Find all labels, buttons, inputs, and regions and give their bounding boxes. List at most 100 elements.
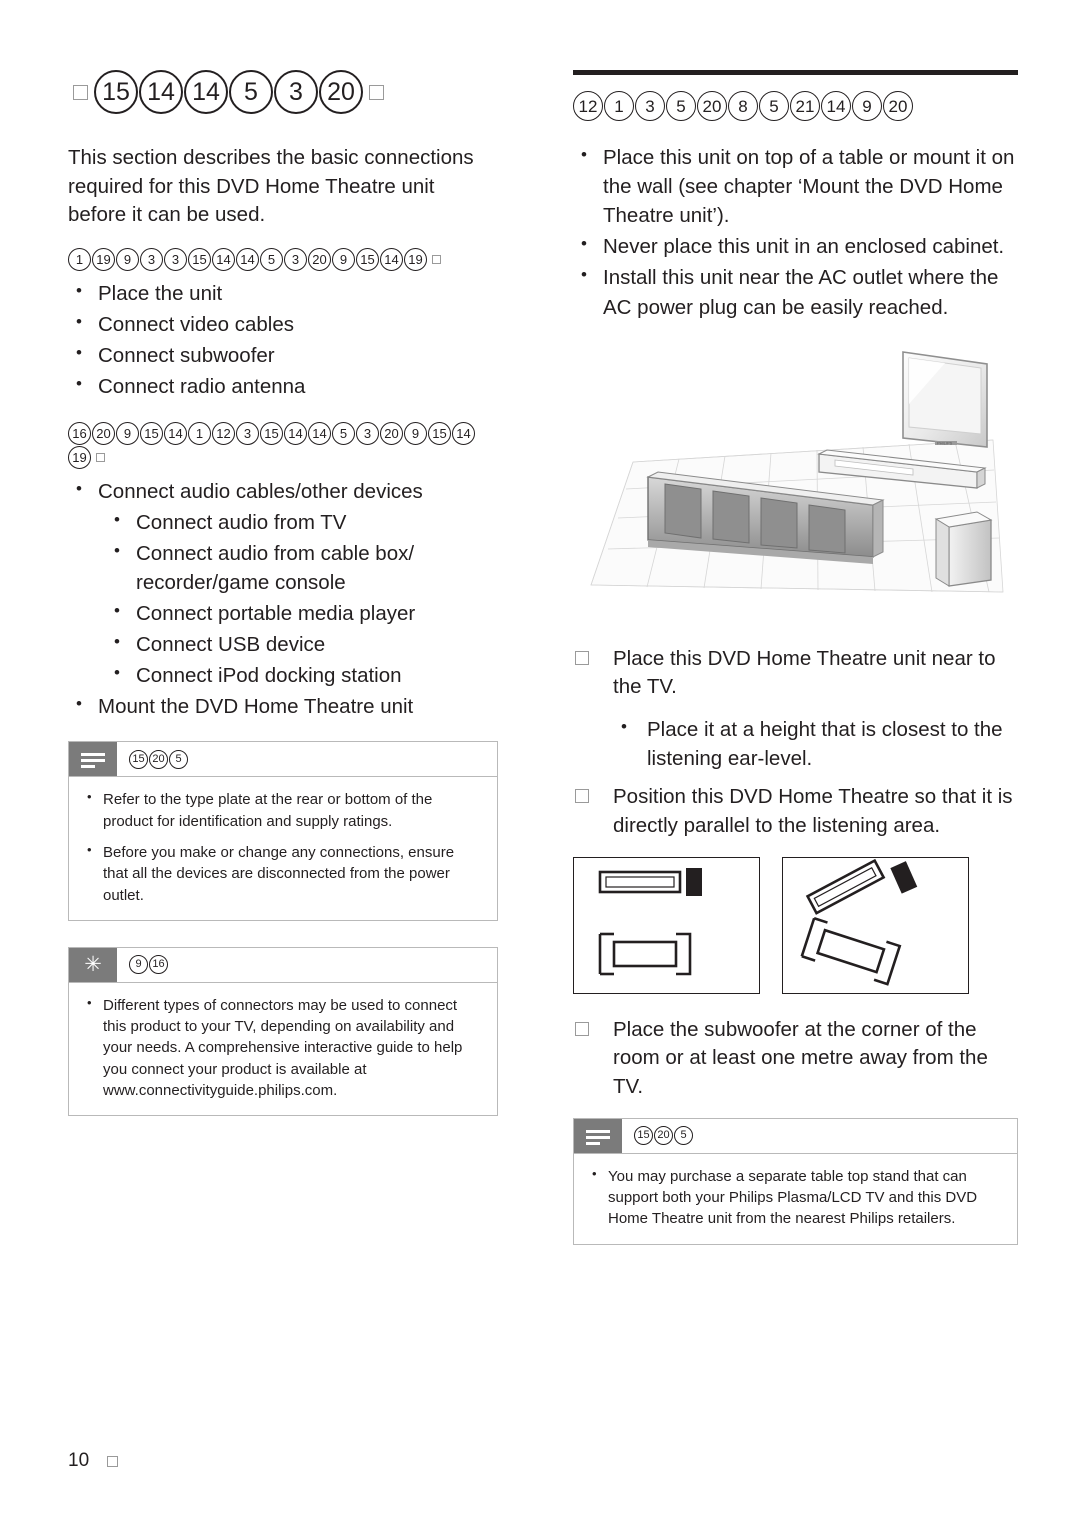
tip-box-left-body: Different types of connectors may be use…	[69, 983, 497, 1115]
section1-heading: 1 19 9 3 3 15 14 14 5 3 20 9 15 14 19	[68, 248, 498, 272]
section2-item: Connect audio from cable box/ recorder/g…	[68, 539, 498, 597]
placement-b-step: Place the subwoofer at the corner of the…	[573, 1016, 1018, 1102]
tip-left-title-numeral: 9	[129, 955, 148, 975]
section1-heading-numeral: 9	[332, 248, 355, 272]
right-title-numeral: 8	[728, 91, 758, 121]
step-checkbox-icon	[575, 789, 589, 804]
tip-star-icon: ✳	[69, 947, 117, 982]
placement-steps-b: Place the subwoofer at the corner of the…	[573, 1016, 1018, 1102]
left-title-numeral: 20	[319, 70, 363, 114]
placement-diagram-parallel	[573, 856, 760, 994]
section2-item: Connect USB device	[68, 630, 498, 659]
note-right-title-numeral: 15	[634, 1126, 653, 1146]
note-box-left: 15205 Refer to the type plate at the rea…	[68, 741, 498, 921]
right-bullet-item: Install this unit near the AC outlet whe…	[573, 263, 1018, 321]
section1-item: Place the unit	[68, 279, 498, 308]
placement-a-step: Place this DVD Home Theatre unit near to…	[573, 645, 1018, 702]
right-title-numeral: 21	[790, 91, 820, 121]
section2-heading-numeral: 1	[188, 421, 211, 445]
section1-heading-numeral: 14	[212, 248, 235, 272]
section2-heading-numeral: 14	[164, 421, 187, 445]
right-title-numeral: 5	[759, 91, 789, 121]
section1-heading-numeral: 5	[260, 248, 283, 272]
section2-item: Connect iPod docking station	[68, 661, 498, 690]
section2-heading-box-glyph	[96, 452, 105, 462]
note-right-title-numeral: 20	[654, 1126, 673, 1146]
section1-heading-numeral: 3	[284, 248, 307, 272]
section2-heading: 16 20 9 15 14 1 12 3 15 14 14 5 3 20 9 15 14 19	[68, 421, 498, 469]
placement-a-step: Place it at a height that is closest to …	[573, 715, 1018, 773]
left-title-box-glyph	[369, 84, 384, 100]
left-title-box-glyph	[73, 84, 88, 100]
section2-heading-numeral: 20	[380, 421, 403, 445]
footer-glyph	[107, 1455, 119, 1467]
placement-diagram-angled	[782, 856, 969, 994]
section1-heading-numeral: 14	[380, 248, 403, 272]
section1-heading-numeral: 9	[116, 248, 139, 272]
left-title-numeral: 5	[229, 70, 273, 114]
left-title-numeral: 3	[274, 70, 318, 114]
right-section-title: 12 1 3 5 20 8 5 21 14 9 20	[573, 91, 1018, 121]
section2-item: Connect audio from TV	[68, 508, 498, 537]
section2-item: Mount the DVD Home Theatre unit	[68, 692, 498, 721]
page-number: 10	[68, 1450, 90, 1471]
intro-paragraph: This section describes the basic connect…	[68, 146, 474, 227]
section1-heading-numeral: 14	[236, 248, 259, 272]
section2-heading-numeral: 14	[308, 421, 331, 445]
step-checkbox-icon	[575, 650, 589, 665]
section2-heading-numeral: 14	[452, 421, 475, 445]
tip-box-left: ✳ 916 Different types of connectors may …	[68, 946, 498, 1117]
note-box-right-header: 15 20 5	[574, 1118, 1017, 1154]
section2-heading-numeral: 15	[260, 421, 283, 445]
left-title-numeral: 15	[94, 70, 138, 114]
tip-box-left-header: ✳ 9 16	[69, 947, 497, 983]
right-title-numeral: 3	[635, 91, 665, 121]
left-column: 15 14 14 5 3 20 This section describes the ba…	[68, 70, 498, 1142]
section2-heading-numeral: 9	[116, 421, 139, 445]
left-page-title: 15 14 14 5 3 20	[68, 70, 498, 114]
section1-list: Place the unitConnect video cablesConnec…	[68, 279, 498, 401]
section1-heading-box-glyph	[432, 255, 441, 265]
section1-heading-numeral: 20	[308, 248, 331, 272]
section2-item: Connect portable media player	[68, 599, 498, 628]
placement-steps-a: Place this DVD Home Theatre unit near to…	[573, 645, 1018, 841]
tip-left-item: Different types of connectors may be use…	[83, 994, 483, 1101]
note-left-title-numeral: 15	[129, 749, 148, 769]
right-title-numeral: 5	[666, 91, 696, 121]
note-box-left-header: 15 20 5	[69, 742, 497, 778]
right-column: 1213520852114920 Place this unit on top …	[573, 70, 1018, 1271]
section1-heading-numeral: 15	[356, 248, 379, 272]
note-right-item: You may purchase a separate table top st…	[588, 1165, 1003, 1230]
left-title-numeral: 14	[184, 70, 228, 114]
section1-item: Connect subwoofer	[68, 341, 498, 370]
right-bullet-item: Place this unit on top of a table or mou…	[573, 143, 1018, 230]
section1-heading-numeral: 3	[164, 248, 187, 272]
note-box-right: 15205 You may purchase a separate table …	[573, 1117, 1018, 1245]
section2-list: Connect audio cables/other devicesConnec…	[68, 477, 498, 722]
note-left-item: Refer to the type plate at the rear or b…	[83, 788, 483, 832]
section2-heading-numeral: 15	[140, 421, 163, 445]
right-bullet-list: Place this unit on top of a table or mou…	[573, 143, 1018, 322]
right-bullet-item: Never place this unit in an enclosed cab…	[573, 232, 1018, 261]
left-title-numeral: 14	[139, 70, 183, 114]
section2-heading-numeral: 3	[356, 421, 379, 445]
section2-heading-numeral: 19	[68, 445, 91, 469]
placement-diagrams	[573, 856, 1018, 994]
right-title-numeral: 20	[697, 91, 727, 121]
section2-heading-numeral: 20	[92, 421, 115, 445]
right-title-numeral: 12	[573, 91, 603, 121]
section2-heading-numeral: 5	[332, 421, 355, 445]
right-title-numeral: 1	[604, 91, 634, 121]
svg-text:PHILIPS: PHILIPS	[937, 440, 953, 445]
right-title-numeral: 20	[883, 91, 913, 121]
section1-item: Connect radio antenna	[68, 372, 498, 401]
note-left-title-numeral: 5	[169, 749, 188, 769]
section-rule	[573, 70, 1018, 75]
tip-box-left-title: 9 16	[129, 955, 168, 975]
section2-heading-numeral: 3	[236, 421, 259, 445]
note-icon	[69, 742, 117, 777]
section1-heading-numeral: 19	[404, 248, 427, 272]
note-box-right-body: You may purchase a separate table top st…	[574, 1154, 1017, 1244]
section1-heading-numeral: 1	[68, 248, 91, 272]
note-box-right-title: 15 20 5	[634, 1126, 693, 1146]
